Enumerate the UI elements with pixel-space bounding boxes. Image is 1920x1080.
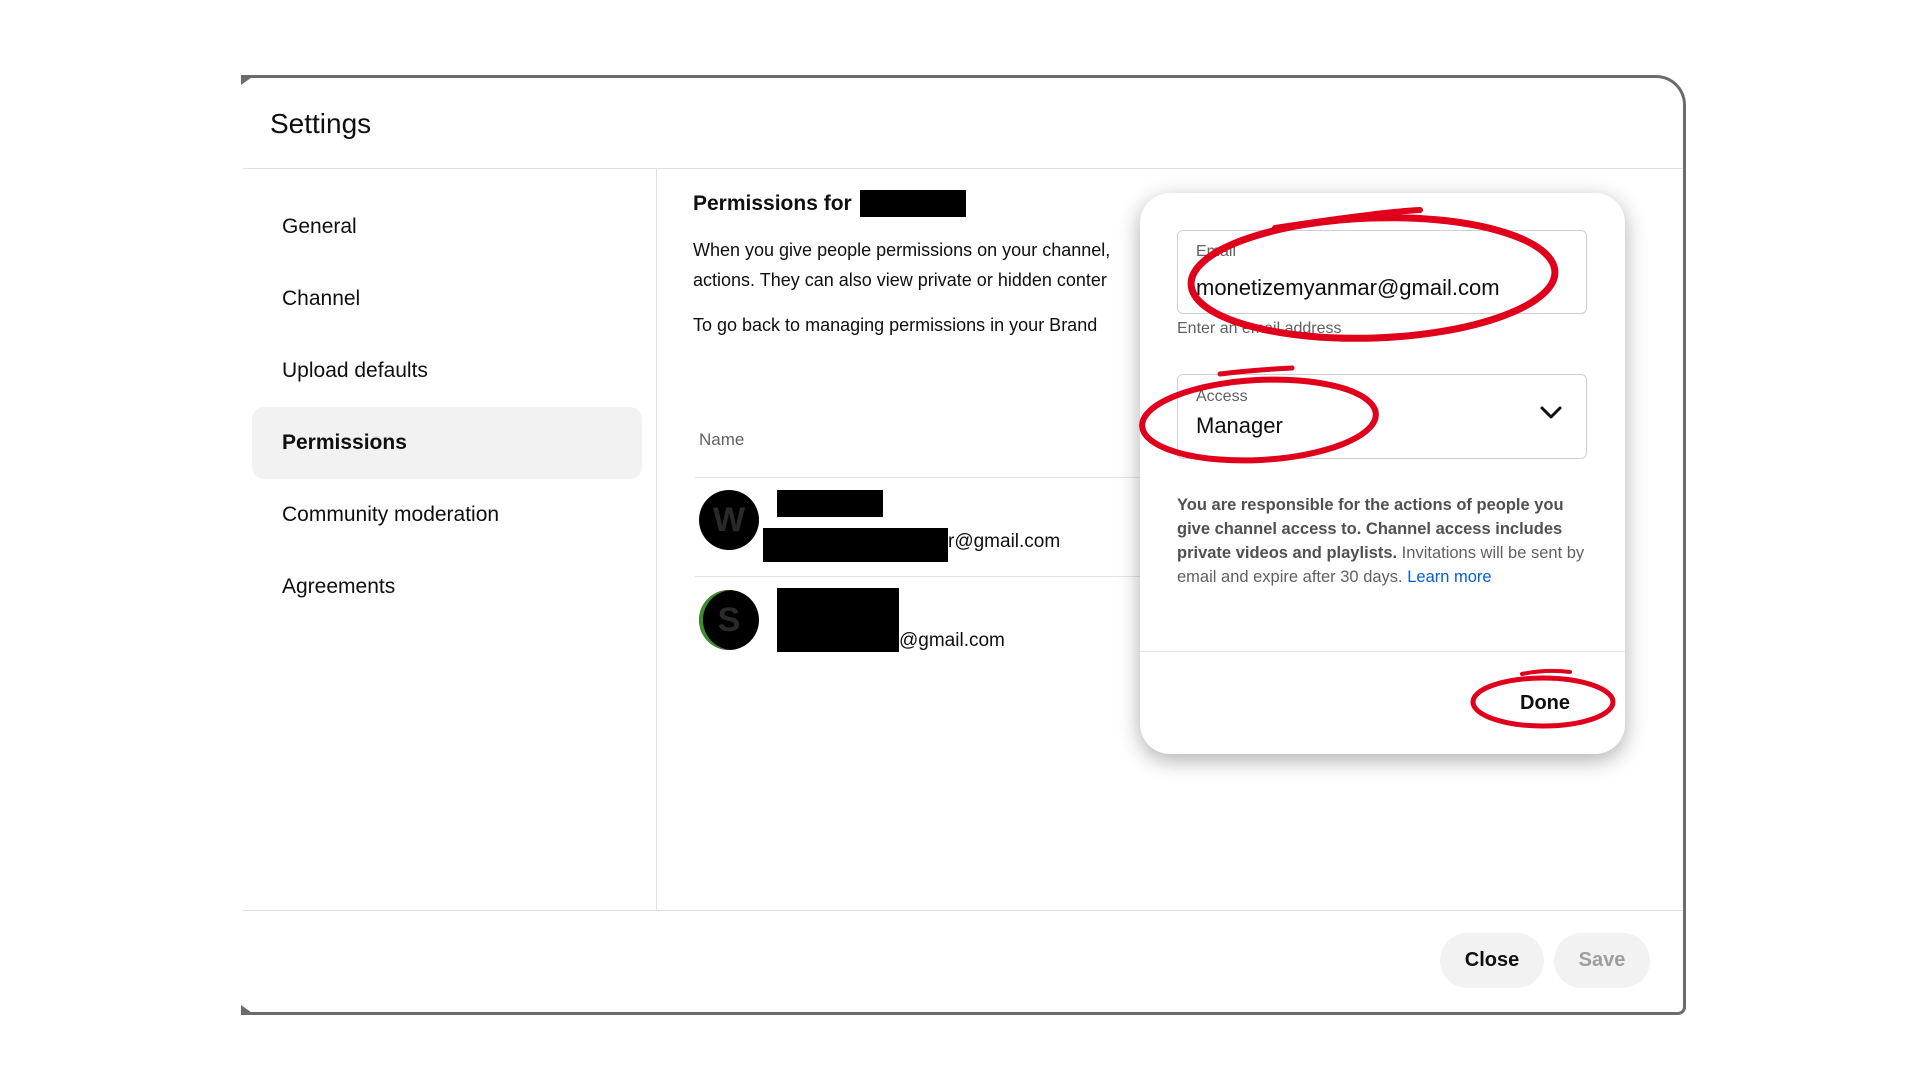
avatar: S — [699, 590, 759, 650]
dialog-title: Settings — [270, 108, 372, 139]
sidebar-item-upload-defaults[interactable]: Upload defaults — [252, 335, 642, 407]
sidebar-item-general[interactable]: General — [252, 191, 642, 263]
access-selected-value: Manager — [1196, 413, 1283, 438]
dialog-corner — [241, 75, 255, 85]
popup-divider — [1140, 651, 1625, 652]
sidebar-divider — [656, 169, 657, 910]
row-divider — [695, 576, 1165, 577]
email-field-label: Email — [1196, 243, 1237, 260]
access-dropdown[interactable]: Access Manager — [1177, 374, 1587, 459]
save-button[interactable]: Save — [1554, 933, 1650, 988]
permissions-title: Permissions for — [693, 191, 852, 215]
footer-divider — [243, 910, 1683, 911]
done-button[interactable]: Done — [1510, 685, 1580, 721]
permissions-description: When you give people permissions on your… — [693, 235, 1163, 295]
access-field-label: Access — [1196, 388, 1248, 405]
column-header-name: Name — [699, 430, 745, 449]
invite-popup: Email Enter an email address Access Mana… — [1140, 193, 1625, 754]
redacted-user-info — [777, 588, 899, 652]
description-line: actions. They can also view private or h… — [693, 270, 1107, 290]
permissions-heading: Permissions for — [693, 190, 1163, 217]
email-field[interactable]: Email — [1177, 230, 1587, 314]
avatar: W — [699, 490, 759, 550]
redacted-user-email — [763, 528, 948, 562]
user-email-suffix: @gmail.com — [899, 630, 1005, 651]
brand-account-text: To go back to managing permissions in yo… — [693, 315, 1098, 335]
settings-sidebar: General Channel Upload defaults Permissi… — [252, 191, 642, 623]
learn-more-link[interactable]: Learn more — [1407, 568, 1491, 586]
user-row[interactable]: S @gmail.com — [699, 588, 1169, 680]
email-input[interactable] — [1196, 275, 1566, 301]
dialog-corner — [241, 1005, 255, 1015]
responsibility-notice: You are responsible for the actions of p… — [1177, 493, 1589, 589]
sidebar-item-agreements[interactable]: Agreements — [252, 551, 642, 623]
description-line: When you give people permissions on your… — [693, 240, 1111, 260]
sidebar-item-permissions[interactable]: Permissions — [252, 407, 642, 479]
chevron-down-icon — [1540, 406, 1562, 419]
close-button[interactable]: Close — [1440, 933, 1544, 988]
redacted-user-name — [777, 490, 883, 517]
header-divider — [243, 168, 1683, 169]
permissions-panel: Permissions for When you give people per… — [693, 190, 1165, 652]
row-divider — [695, 477, 1165, 478]
redacted-channel-name — [859, 190, 966, 217]
email-helper-text: Enter an email address — [1177, 320, 1342, 337]
sidebar-item-channel[interactable]: Channel — [252, 263, 642, 335]
sidebar-item-community-moderation[interactable]: Community moderation — [252, 479, 642, 551]
user-email-suffix: r@gmail.com — [948, 531, 1061, 552]
user-row[interactable]: W r@gmail.com — [699, 490, 1169, 580]
